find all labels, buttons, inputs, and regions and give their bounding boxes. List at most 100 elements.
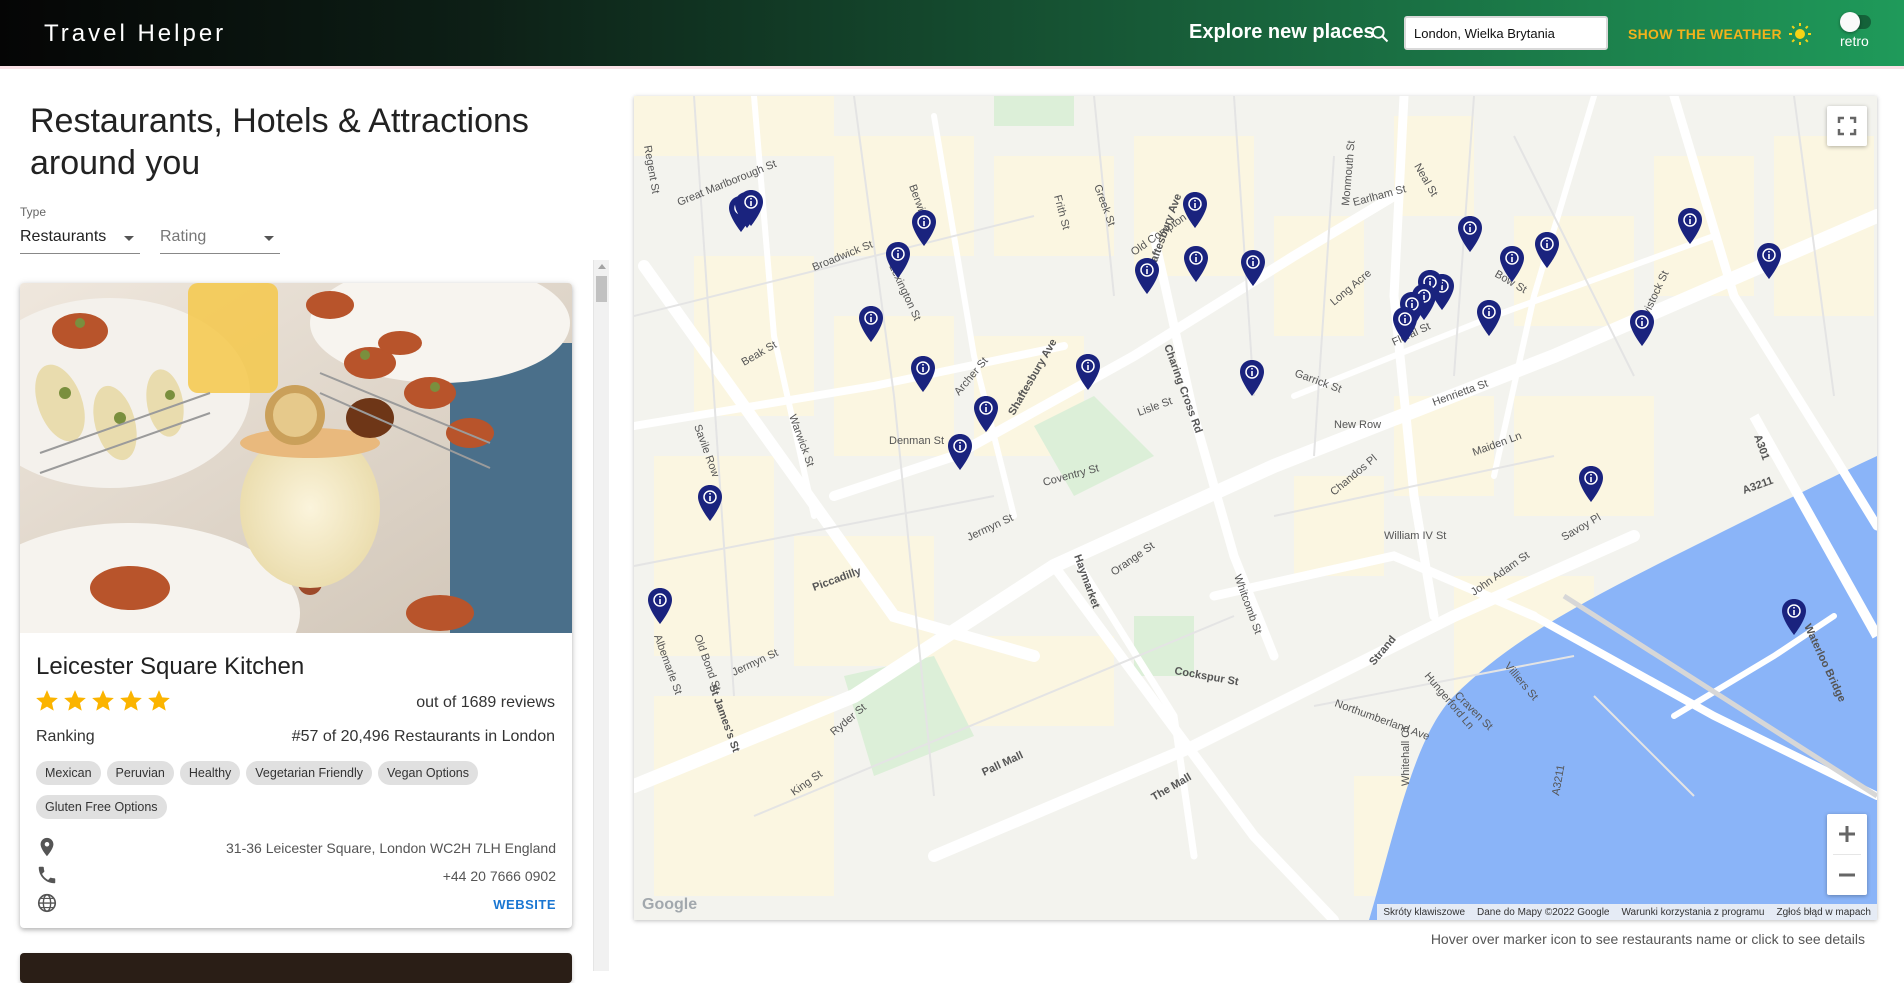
map-marker-icon[interactable] xyxy=(1073,352,1103,392)
map-marker-icon[interactable] xyxy=(1754,241,1784,281)
map-marker-icon[interactable] xyxy=(1576,464,1606,504)
map-data-text: Dane do Mapy ©2022 Google xyxy=(1477,906,1610,918)
svg-text:Pall Mall: Pall Mall xyxy=(980,749,1025,778)
website-link[interactable]: WEBSITE xyxy=(493,897,556,912)
scroll-thumb[interactable] xyxy=(596,276,607,302)
map-marker-icon[interactable] xyxy=(908,354,938,394)
map-marker-icon[interactable] xyxy=(856,304,886,344)
cuisine-tag: Healthy xyxy=(179,761,241,785)
chevron-down-icon xyxy=(124,236,134,241)
fullscreen-icon xyxy=(1837,116,1857,136)
explore-label: Explore new places xyxy=(1189,21,1375,43)
minus-icon xyxy=(1839,873,1855,877)
map-marker-icon[interactable] xyxy=(695,483,725,523)
cuisine-tag: Vegetarian Friendly xyxy=(246,761,372,785)
review-count: out of 1689 reviews xyxy=(416,694,555,711)
cuisine-tag: Peruvian xyxy=(106,761,174,785)
svg-text:Denman St: Denman St xyxy=(889,435,944,447)
app-bar: Travel Helper Explore new places SHOW TH… xyxy=(0,0,1904,66)
rating-stars xyxy=(34,688,172,714)
rating-select[interactable]: Rating xyxy=(160,224,280,254)
terms-link[interactable]: Warunki korzystania z programu xyxy=(1621,907,1764,918)
globe-icon xyxy=(37,893,57,913)
google-logo: Google xyxy=(642,896,698,913)
zoom-control xyxy=(1827,814,1867,895)
sun-icon xyxy=(1788,23,1811,45)
svg-text:New Row: New Row xyxy=(1334,419,1381,431)
map-marker-icon[interactable] xyxy=(909,208,939,248)
address-text: 31-36 Leicester Square, London WC2H 7LH … xyxy=(226,840,556,856)
brand-title: Travel Helper xyxy=(44,20,227,47)
star-icon xyxy=(92,690,114,711)
map[interactable]: Regent St Great Marlborough St Broadwick… xyxy=(634,96,1877,920)
type-select-value: Restaurants xyxy=(20,228,107,245)
map-marker-icon[interactable] xyxy=(736,188,766,228)
map-attribution: Skróty klawiszowe Dane do Mapy ©2022 Goo… xyxy=(1377,904,1877,920)
toggle-knob xyxy=(1840,12,1860,32)
svg-text:Northumberland Ave: Northumberland Ave xyxy=(1333,698,1431,744)
zoom-in-button[interactable] xyxy=(1827,814,1867,854)
map-marker-icon[interactable] xyxy=(1675,206,1705,246)
zoom-out-button[interactable] xyxy=(1827,855,1867,895)
location-pin-icon xyxy=(40,837,54,857)
map-marker-icon[interactable] xyxy=(1779,597,1809,637)
search-input[interactable] xyxy=(1404,16,1608,50)
place-card[interactable]: Leicester Square Kitchen out of 1689 rev… xyxy=(20,283,572,928)
retro-toggle[interactable] xyxy=(1840,12,1871,32)
map-hint: Hover over marker icon to see restaurant… xyxy=(1430,931,1865,947)
map-marker-icon[interactable] xyxy=(1497,244,1527,284)
map-marker-icon[interactable] xyxy=(971,394,1001,434)
phone-icon xyxy=(38,866,56,884)
place-photo xyxy=(20,283,572,633)
header-divider xyxy=(0,66,1904,69)
show-weather-label: SHOW THE WEATHER xyxy=(1628,26,1782,42)
map-marker-icon[interactable] xyxy=(1455,214,1485,254)
svg-text:Lisle St: Lisle St xyxy=(1136,395,1174,419)
show-weather-button[interactable]: SHOW THE WEATHER xyxy=(1628,22,1812,46)
address-row: 31-36 Leicester Square, London WC2H 7LH … xyxy=(36,836,556,860)
map-marker-icon[interactable] xyxy=(1180,190,1210,230)
map-marker-icon[interactable] xyxy=(1627,308,1657,348)
fullscreen-button[interactable] xyxy=(1827,106,1867,146)
map-marker-icon[interactable] xyxy=(1532,230,1562,270)
list-scrollbar[interactable] xyxy=(593,260,609,971)
place-name: Leicester Square Kitchen xyxy=(36,653,305,680)
ranking-value: #57 of 20,496 Restaurants in London xyxy=(291,728,555,745)
website-row: WEBSITE xyxy=(36,892,556,916)
map-marker-icon[interactable] xyxy=(883,240,913,280)
star-icon xyxy=(64,690,86,711)
star-icon xyxy=(148,690,170,711)
map-marker-icon[interactable] xyxy=(1181,244,1211,284)
phone-text: +44 20 7666 0902 xyxy=(442,868,556,884)
map-marker-icon[interactable] xyxy=(1474,298,1504,338)
svg-text:A3211: A3211 xyxy=(1741,475,1775,497)
map-marker-icon[interactable] xyxy=(1238,248,1268,288)
scroll-up-arrow-icon[interactable] xyxy=(598,264,606,269)
svg-text:William IV St: William IV St xyxy=(1384,530,1446,542)
cuisine-tag: Mexican xyxy=(36,761,101,785)
svg-text:Savoy Pl: Savoy Pl xyxy=(1560,511,1604,543)
phone-row: +44 20 7666 0902 xyxy=(36,864,556,888)
cuisine-tag: Gluten Free Options xyxy=(36,795,167,819)
svg-text:Jermyn St: Jermyn St xyxy=(965,512,1015,544)
svg-text:Whitehall Ct: Whitehall Ct xyxy=(1400,727,1412,786)
map-marker-icon[interactable] xyxy=(1390,305,1420,345)
page-title: Restaurants, Hotels & Attractions around… xyxy=(30,102,529,182)
svg-text:Orange St: Orange St xyxy=(1109,540,1157,579)
cuisine-tags: Mexican Peruvian Healthy Vegetarian Frie… xyxy=(36,761,556,819)
type-select[interactable]: Restaurants xyxy=(20,224,140,254)
star-icon xyxy=(36,690,58,711)
star-icon xyxy=(120,690,142,711)
map-marker-icon[interactable] xyxy=(1132,256,1162,296)
keyboard-shortcuts-link[interactable]: Skróty klawiszowe xyxy=(1383,907,1465,918)
plus-icon xyxy=(1839,826,1855,842)
map-marker-icon[interactable] xyxy=(945,432,975,472)
map-marker-icon[interactable] xyxy=(645,586,675,626)
retro-toggle-label: retro xyxy=(1840,33,1869,49)
next-place-card[interactable] xyxy=(20,953,572,983)
type-select-label: Type xyxy=(20,205,47,219)
report-error-link[interactable]: Zgłoś błąd w mapach xyxy=(1777,907,1872,918)
map-marker-icon[interactable] xyxy=(1237,358,1267,398)
chevron-down-icon xyxy=(264,236,274,241)
search-icon[interactable] xyxy=(1370,24,1390,44)
